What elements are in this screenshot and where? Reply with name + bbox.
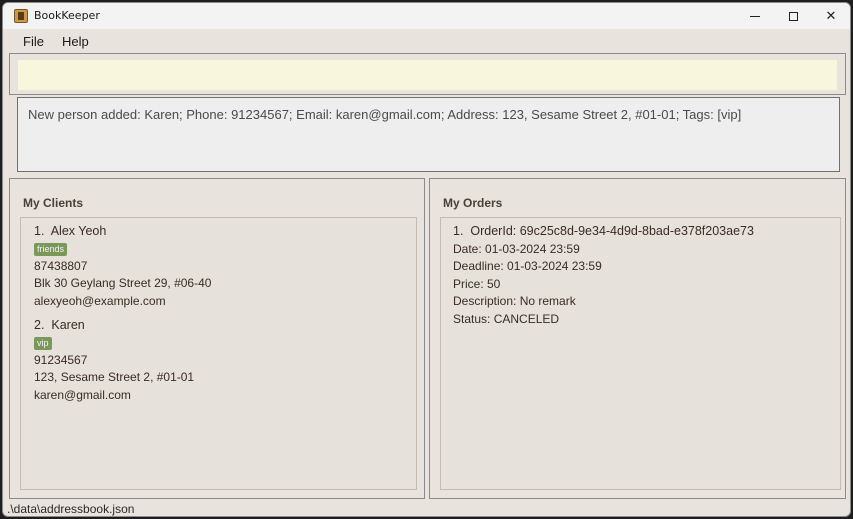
title-bar[interactable]: BookKeeper ✕ xyxy=(3,3,850,29)
menu-file[interactable]: File xyxy=(21,32,46,51)
client-email: alexyeoh@example.com xyxy=(34,293,166,308)
orders-panel: My Orders 1. OrderId: 69c25c8d-9e34-4d9d… xyxy=(429,178,846,499)
minimize-icon xyxy=(750,15,760,17)
client-name-line: 2. Karen xyxy=(34,317,194,335)
close-button[interactable]: ✕ xyxy=(812,3,850,29)
order-date: Date: 01-03-2024 23:59 xyxy=(453,241,580,256)
client-phone: 87438807 xyxy=(34,258,88,273)
minimize-button[interactable] xyxy=(736,3,774,29)
client-index: 1. xyxy=(34,224,45,238)
maximize-icon xyxy=(788,11,798,21)
client-index: 2. xyxy=(34,318,45,332)
client-tag: friends xyxy=(34,242,68,256)
clients-panel-title: My Clients xyxy=(23,196,84,210)
client-list[interactable]: 1. Alex Yeoh friends 87438807 Blk 30 Gey… xyxy=(20,217,417,490)
close-icon: ✕ xyxy=(825,8,837,24)
app-window: BookKeeper ✕ File Help New person added:… xyxy=(2,2,851,517)
order-index: 1. xyxy=(453,224,464,238)
clients-panel: My Clients 1. Alex Yeoh friends 87438807… xyxy=(9,178,425,499)
client-phone: 91234567 xyxy=(34,352,88,367)
order-price: Price: 50 xyxy=(453,276,501,291)
status-bar-file-path: .\data\addressbook.json xyxy=(7,502,135,516)
order-deadline: Deadline: 01-03-2024 23:59 xyxy=(453,259,602,273)
app-book-icon xyxy=(14,9,28,23)
menu-help[interactable]: Help xyxy=(60,32,91,51)
order-status: Status: CANCELED xyxy=(453,311,560,326)
client-name-line: 1. Alex Yeoh xyxy=(34,223,211,241)
client-tag: vip xyxy=(34,336,52,350)
order-list[interactable]: 1. OrderId: 69c25c8d-9e34-4d9d-8bad-e378… xyxy=(440,217,841,490)
command-pane xyxy=(9,53,846,95)
order-id-line: 1. OrderId: 69c25c8d-9e34-4d9d-8bad-e378… xyxy=(453,223,754,241)
client-email: karen@gmail.com xyxy=(34,387,131,402)
window-title: BookKeeper xyxy=(34,9,100,22)
order-description: Description: No remark xyxy=(453,294,576,308)
client-card[interactable]: 2. Karen vip 91234567 123, Sesame Street… xyxy=(34,317,194,404)
order-id: OrderId: 69c25c8d-9e34-4d9d-8bad-e378f20… xyxy=(470,224,754,238)
command-input[interactable] xyxy=(18,60,837,90)
client-address: 123, Sesame Street 2, #01-01 xyxy=(34,370,195,384)
menu-bar: File Help xyxy=(3,29,850,53)
client-card[interactable]: 1. Alex Yeoh friends 87438807 Blk 30 Gey… xyxy=(34,223,211,310)
order-card[interactable]: 1. OrderId: 69c25c8d-9e34-4d9d-8bad-e378… xyxy=(453,223,754,328)
client-address: Blk 30 Geylang Street 29, #06-40 xyxy=(34,276,212,290)
maximize-button[interactable] xyxy=(774,3,812,29)
orders-panel-title: My Orders xyxy=(443,196,503,210)
client-name: Karen xyxy=(51,318,85,332)
result-display: New person added: Karen; Phone: 91234567… xyxy=(17,97,840,172)
result-message: New person added: Karen; Phone: 91234567… xyxy=(28,107,742,122)
client-name: Alex Yeoh xyxy=(50,224,107,238)
